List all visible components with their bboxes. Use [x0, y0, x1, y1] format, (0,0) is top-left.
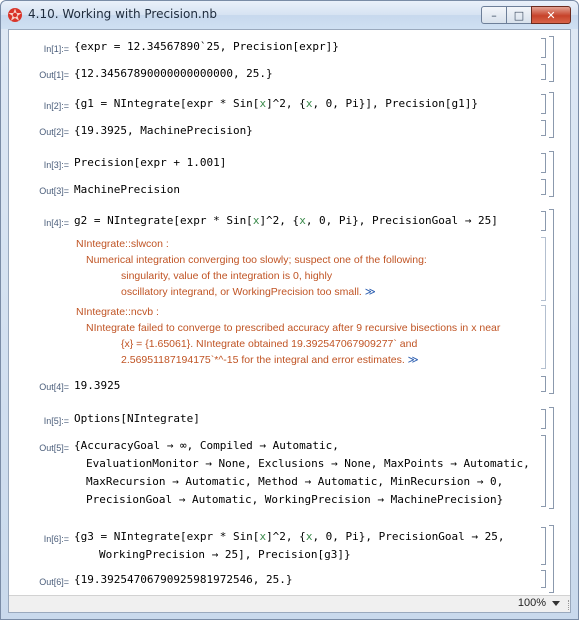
cell-group-bracket[interactable] [549, 209, 554, 394]
input-cell[interactable]: Precision[expr + 1.001] [74, 153, 226, 173]
code-text: g2 = NIntegrate[expr * Sin[ [74, 214, 253, 227]
mathematica-spikey-icon [8, 8, 22, 22]
code-text: {g1 = NIntegrate[expr * Sin[ [74, 97, 260, 110]
message-bracket[interactable] [541, 305, 546, 369]
output-label: Out[3]= [39, 186, 69, 196]
cell-bracket[interactable] [541, 38, 546, 58]
notebook-window: 4.10. Working with Precision.nb – □ ✕ In… [0, 0, 579, 620]
output-cell[interactable]: {AccuracyGoal → ∞, Compiled → Automatic, [74, 436, 339, 456]
output-cell[interactable]: {19.3925, MachinePrecision} [74, 121, 253, 141]
chevron-down-icon[interactable] [552, 601, 560, 606]
minimize-button[interactable]: – [481, 6, 507, 24]
message-text: singularity, value of the integration is… [121, 270, 333, 282]
input-cell[interactable]: {g3 = NIntegrate[expr * Sin[x]^2, {x, 0,… [74, 527, 505, 547]
cell-bracket[interactable] [541, 570, 546, 588]
notebook-client-area: In[1]:= {expr = 12.34567890`25, Precisio… [8, 29, 571, 613]
message-text: {x} = {1.65061}. NIntegrate obtained 19.… [121, 338, 418, 350]
title-bar[interactable]: 4.10. Working with Precision.nb – □ ✕ [1, 1, 578, 29]
close-button[interactable]: ✕ [531, 6, 571, 24]
resize-grip-icon[interactable] [561, 600, 569, 610]
message-header[interactable]: NIntegrate::slwcon : [76, 238, 169, 250]
cell-bracket[interactable] [541, 527, 546, 565]
output-cell-line: PrecisionGoal → Automatic, WorkingPrecis… [86, 493, 504, 506]
cell-group-bracket[interactable] [549, 92, 554, 138]
output-cell-line: MaxRecursion → Automatic, Method → Autom… [86, 475, 504, 488]
double-chevron-right-icon[interactable]: ≫ [408, 354, 419, 366]
code-text: ]^2, { [259, 214, 300, 227]
variable-x: x [299, 214, 306, 227]
message-text: 2.56951187194175`*^-15 for the integral … [121, 354, 405, 366]
message-text: oscillatory integrand, or WorkingPrecisi… [121, 286, 362, 298]
cell-bracket[interactable] [541, 64, 546, 80]
input-cell[interactable]: Options[NIntegrate] [74, 409, 200, 429]
input-label: In[2]:= [43, 101, 69, 111]
input-label: In[4]:= [43, 218, 69, 228]
cell-bracket[interactable] [541, 409, 546, 429]
output-label: Out[1]= [39, 70, 69, 80]
output-cell[interactable]: {12.34567890000000000000, 25.} [74, 64, 273, 84]
code-text: , 0, Pi}], Precision[g1]} [312, 97, 479, 110]
message-text: Numerical integration converging too slo… [86, 254, 427, 266]
maximize-button[interactable]: □ [506, 6, 532, 24]
input-cell[interactable]: g2 = NIntegrate[expr * Sin[x]^2, {x, 0, … [74, 211, 498, 231]
cell-bracket[interactable] [541, 120, 546, 136]
cell-group-bracket[interactable] [549, 151, 554, 197]
zoom-level[interactable]: 100% [518, 597, 546, 609]
output-cell[interactable]: 19.3925 [74, 376, 120, 396]
cell-bracket[interactable] [541, 153, 546, 173]
cell-bracket[interactable] [541, 376, 546, 392]
code-text: ]^2, { [266, 97, 306, 110]
cell-bracket[interactable] [541, 179, 546, 195]
notebook-content[interactable]: In[1]:= {expr = 12.34567890`25, Precisio… [9, 30, 570, 595]
code-text: , 0, Pi}, PrecisionGoal → 25] [305, 214, 498, 227]
output-cell[interactable]: {19.39254706790925981972546, 25.} [74, 570, 293, 590]
message-header[interactable]: NIntegrate::ncvb : [76, 306, 159, 318]
message-bracket[interactable] [541, 237, 546, 301]
message-text: 2.56951187194175`*^-15 for the integral … [121, 352, 419, 368]
input-label: In[1]:= [43, 44, 69, 54]
input-label: In[3]:= [43, 160, 69, 170]
input-cell-line: WorkingPrecision → 25], Precision[g3]} [99, 548, 351, 561]
input-label: In[6]:= [43, 534, 69, 544]
cell-bracket[interactable] [541, 435, 546, 507]
output-label: Out[4]= [39, 382, 69, 392]
cell-bracket[interactable] [541, 94, 546, 114]
cell-group-bracket[interactable] [549, 407, 554, 509]
message-text: oscillatory integrand, or WorkingPrecisi… [121, 284, 376, 300]
status-bar: 100% [9, 595, 570, 612]
cell-group-bracket[interactable] [549, 525, 554, 593]
code-text: , 0, Pi}, PrecisionGoal → 25, [312, 530, 505, 543]
message-text: NIntegrate failed to converge to prescri… [86, 322, 501, 334]
output-label: Out[2]= [39, 127, 69, 137]
input-cell[interactable]: {g1 = NIntegrate[expr * Sin[x]^2, {x, 0,… [74, 94, 478, 114]
code-text: {g3 = NIntegrate[expr * Sin[ [74, 530, 260, 543]
output-label: Out[6]= [39, 577, 69, 587]
output-label: Out[5]= [39, 443, 69, 453]
window-controls: – □ ✕ [481, 6, 571, 24]
output-cell-line: EvaluationMonitor → None, Exclusions → N… [86, 457, 530, 470]
cell-group-bracket[interactable] [549, 36, 554, 82]
input-cell[interactable]: {expr = 12.34567890`25, Precision[expr]} [74, 37, 339, 57]
input-label: In[5]:= [43, 416, 69, 426]
output-cell[interactable]: MachinePrecision [74, 180, 180, 200]
double-chevron-right-icon[interactable]: ≫ [365, 286, 376, 298]
code-text: ]^2, { [266, 530, 306, 543]
cell-bracket[interactable] [541, 211, 546, 231]
window-title: 4.10. Working with Precision.nb [28, 7, 217, 21]
